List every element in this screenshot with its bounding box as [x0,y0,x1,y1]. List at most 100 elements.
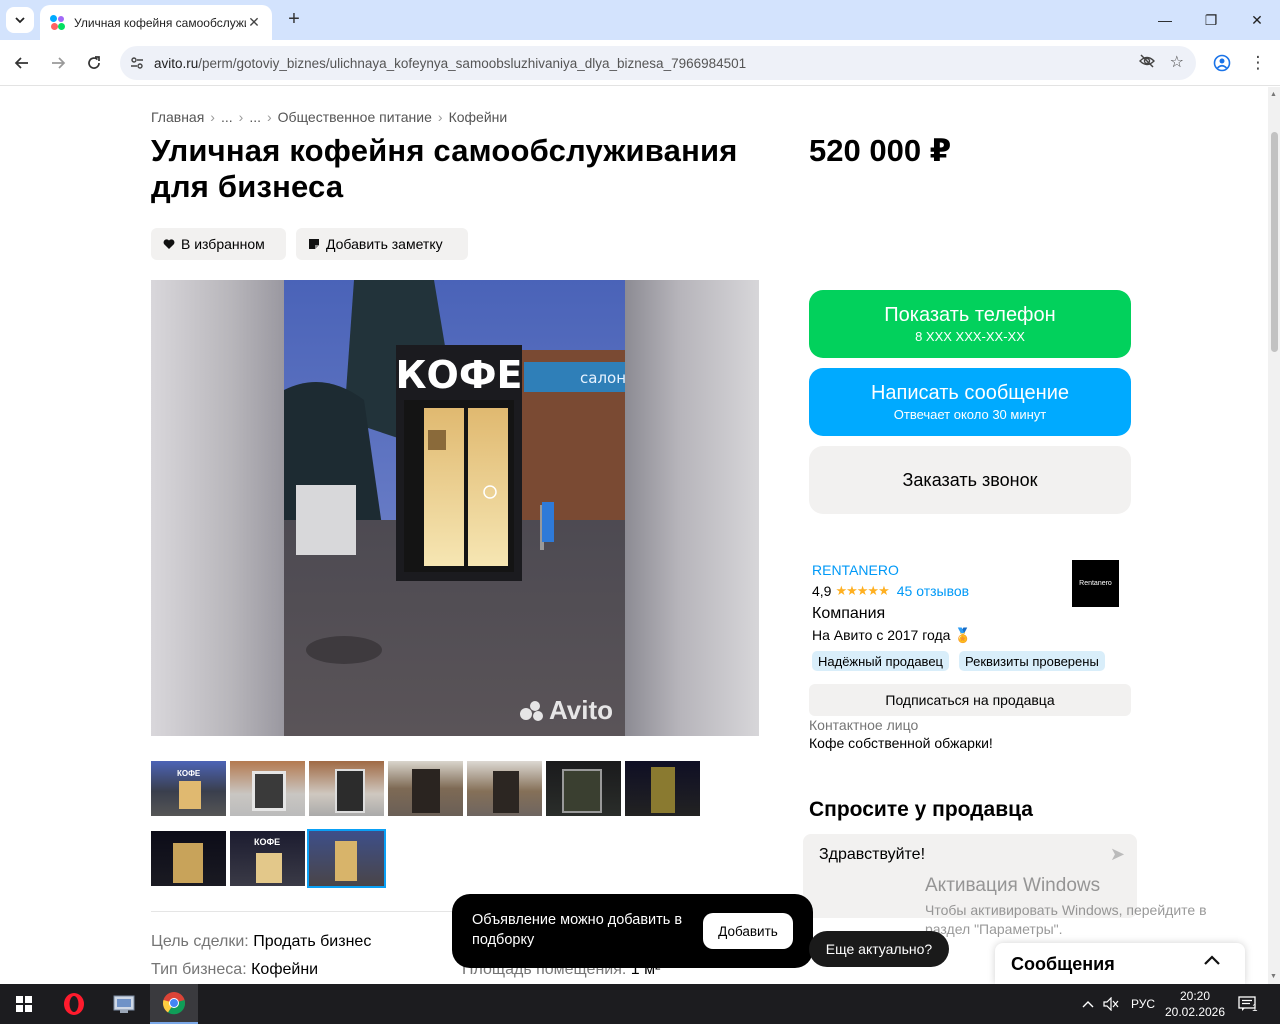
start-button[interactable] [0,984,48,1024]
add-note-button[interactable]: Добавить заметку [296,228,468,260]
heart-icon [163,239,175,249]
control-panel-taskbar-icon[interactable] [100,984,148,1024]
notifications-icon[interactable]: 1 [1238,984,1264,1024]
chevron-up-tray-icon[interactable] [1082,984,1096,1024]
send-icon[interactable]: ➤ [1110,844,1125,865]
forward-button[interactable] [43,48,73,78]
phone-mask: 8 XXX XXX-XX-XX [915,329,1025,344]
reload-button[interactable] [79,48,109,78]
url-text: avito.ru/perm/gotoviy_biznes/ulichnaya_k… [154,55,747,71]
avito-favicon-icon [50,14,66,31]
blurred-prev-photo [151,280,284,736]
breadcrumb: Главная › ... › ... › Общественное питание ›… [151,109,508,125]
new-tab-button[interactable]: + [282,8,306,32]
show-phone-button[interactable]: Показать телефон 8 XXX XXX-XX-XX [809,290,1131,358]
restore-button[interactable]: ❐ [1188,0,1234,40]
breadcrumb-coffee[interactable]: Кофейни [449,109,508,125]
minimize-button[interactable]: — [1142,0,1188,40]
add-to-collection-button[interactable]: Добавить [703,913,793,949]
thumbnail[interactable] [625,761,700,816]
messages-panel[interactable]: Сообщения [995,943,1245,984]
chrome-taskbar-icon[interactable] [150,984,198,1024]
thumbnail[interactable] [546,761,621,816]
thumbnail[interactable] [467,761,542,816]
breadcrumb-item[interactable]: ... [249,109,261,125]
breadcrumb-item[interactable]: ... [221,109,233,125]
chevron-up-icon[interactable] [1203,949,1221,972]
seller-rating: 4,9 ★★★★★ 45 отзывов [812,583,969,599]
page-title: Уличная кофейня самообслуживания для биз… [151,133,738,204]
breadcrumb-home[interactable]: Главная [151,109,204,125]
more-menu-icon[interactable]: ⋮ [1243,48,1273,78]
thumbnail[interactable] [151,831,226,886]
seller-name[interactable]: RENTANERO [812,562,899,578]
page-scrollbar[interactable]: ▲ ▼ [1268,87,1280,984]
seller-type: Компания [812,605,886,622]
response-time: Отвечает около 30 минут [893,407,1047,422]
write-message-label: Написать сообщение [870,382,1069,404]
reliable-seller-badge: Надёжный продавец [812,651,949,671]
star-bookmark-icon[interactable]: ☆ [1170,52,1184,75]
tab-title: Уличная кофейня самообслуживания для биз… [74,15,246,30]
price: 520 000 ₽ [809,133,952,168]
main-photo[interactable]: салон КОФЕ Avito [284,280,625,736]
request-call-label: Заказать звонок [902,469,1038,490]
windows-activation-watermark: Активация Windows Чтобы активировать Win… [925,875,1207,937]
svg-text:салон: салон [580,369,625,387]
note-label: Добавить заметку [326,236,443,252]
thumbnail[interactable] [230,761,305,816]
notification-count: 1 [1252,1002,1258,1014]
thumbnail[interactable] [388,761,463,816]
arrow-left-icon [14,57,28,69]
blurred-next-photo [625,280,759,736]
back-button[interactable] [7,48,37,78]
clock[interactable]: 20:20 20.02.2026 [1160,988,1230,1020]
rating-value: 4,9 [812,583,832,599]
reviews-link[interactable]: 45 отзывов [897,583,969,599]
address-bar[interactable]: avito.ru/perm/gotoviy_biznes/ulichnaya_k… [120,46,1196,80]
breadcrumb-catering[interactable]: Общественное питание [278,109,432,125]
favorite-label: В избранном [181,236,265,252]
thumbnail-active[interactable] [307,829,386,888]
close-tab-icon[interactable]: ✕ [246,14,262,31]
seller-logo[interactable]: Rentanero [1072,560,1119,607]
avito-watermark: Avito [519,695,613,726]
favorite-button[interactable]: В избранном [151,228,286,260]
svg-text:КОФЕ: КОФЕ [395,353,522,397]
close-window-button[interactable]: ✕ [1234,0,1280,40]
medal-icon: 🏅 [954,627,972,643]
ask-seller-title: Спросите у продавца [809,798,1033,821]
browser-tab[interactable]: Уличная кофейня самообслуживания для биз… [40,5,272,40]
collection-toast: Объявление можно добавить в подборку Доб… [452,894,813,968]
scrollbar-thumb[interactable] [1271,132,1278,352]
page-content: Главная › ... › ... › Общественное питание ›… [0,87,1268,984]
speaker-muted-icon[interactable] [1103,984,1121,1024]
note-icon [309,239,319,249]
toast-text: Объявление можно добавить в подборку [472,912,683,948]
write-message-button[interactable]: Написать сообщение Отвечает около 30 мин… [809,368,1131,436]
request-call-button[interactable]: Заказать звонок [809,446,1131,514]
opera-taskbar-icon[interactable] [50,984,98,1024]
tab-search-button[interactable] [6,7,34,33]
profile-icon[interactable] [1207,48,1237,78]
still-actual-button[interactable]: Еще актуально? [809,931,949,967]
ask-message-text: Здравствуйте! [819,846,926,863]
photo-gallery[interactable]: салон КОФЕ Avito [151,280,759,736]
arrow-right-icon [52,57,66,69]
site-settings-icon[interactable] [120,55,154,71]
thumbnail[interactable]: КОФЕ [230,831,305,886]
language-indicator[interactable]: РУС [1131,984,1155,1024]
chevron-down-icon [15,17,25,24]
seller-since: На Авито с 2017 года 🏅 [812,627,972,643]
eye-off-icon[interactable] [1138,52,1156,75]
param-goal: Цель сделки: Продать бизнес [151,933,372,950]
subscribe-seller-button[interactable]: Подписаться на продавца [809,684,1131,716]
tab-strip: Уличная кофейня самообслуживания для биз… [0,0,1280,40]
stars-icon: ★★★★★ [835,583,889,598]
contact-label: Контактное лицо [809,717,919,733]
thumbnail[interactable] [309,761,384,816]
thumbnail[interactable]: КОФЕ [151,761,226,816]
reload-icon [88,56,100,69]
windows-logo-icon [16,996,32,1012]
windows-taskbar: РУС 20:20 20.02.2026 1 [0,984,1280,1024]
